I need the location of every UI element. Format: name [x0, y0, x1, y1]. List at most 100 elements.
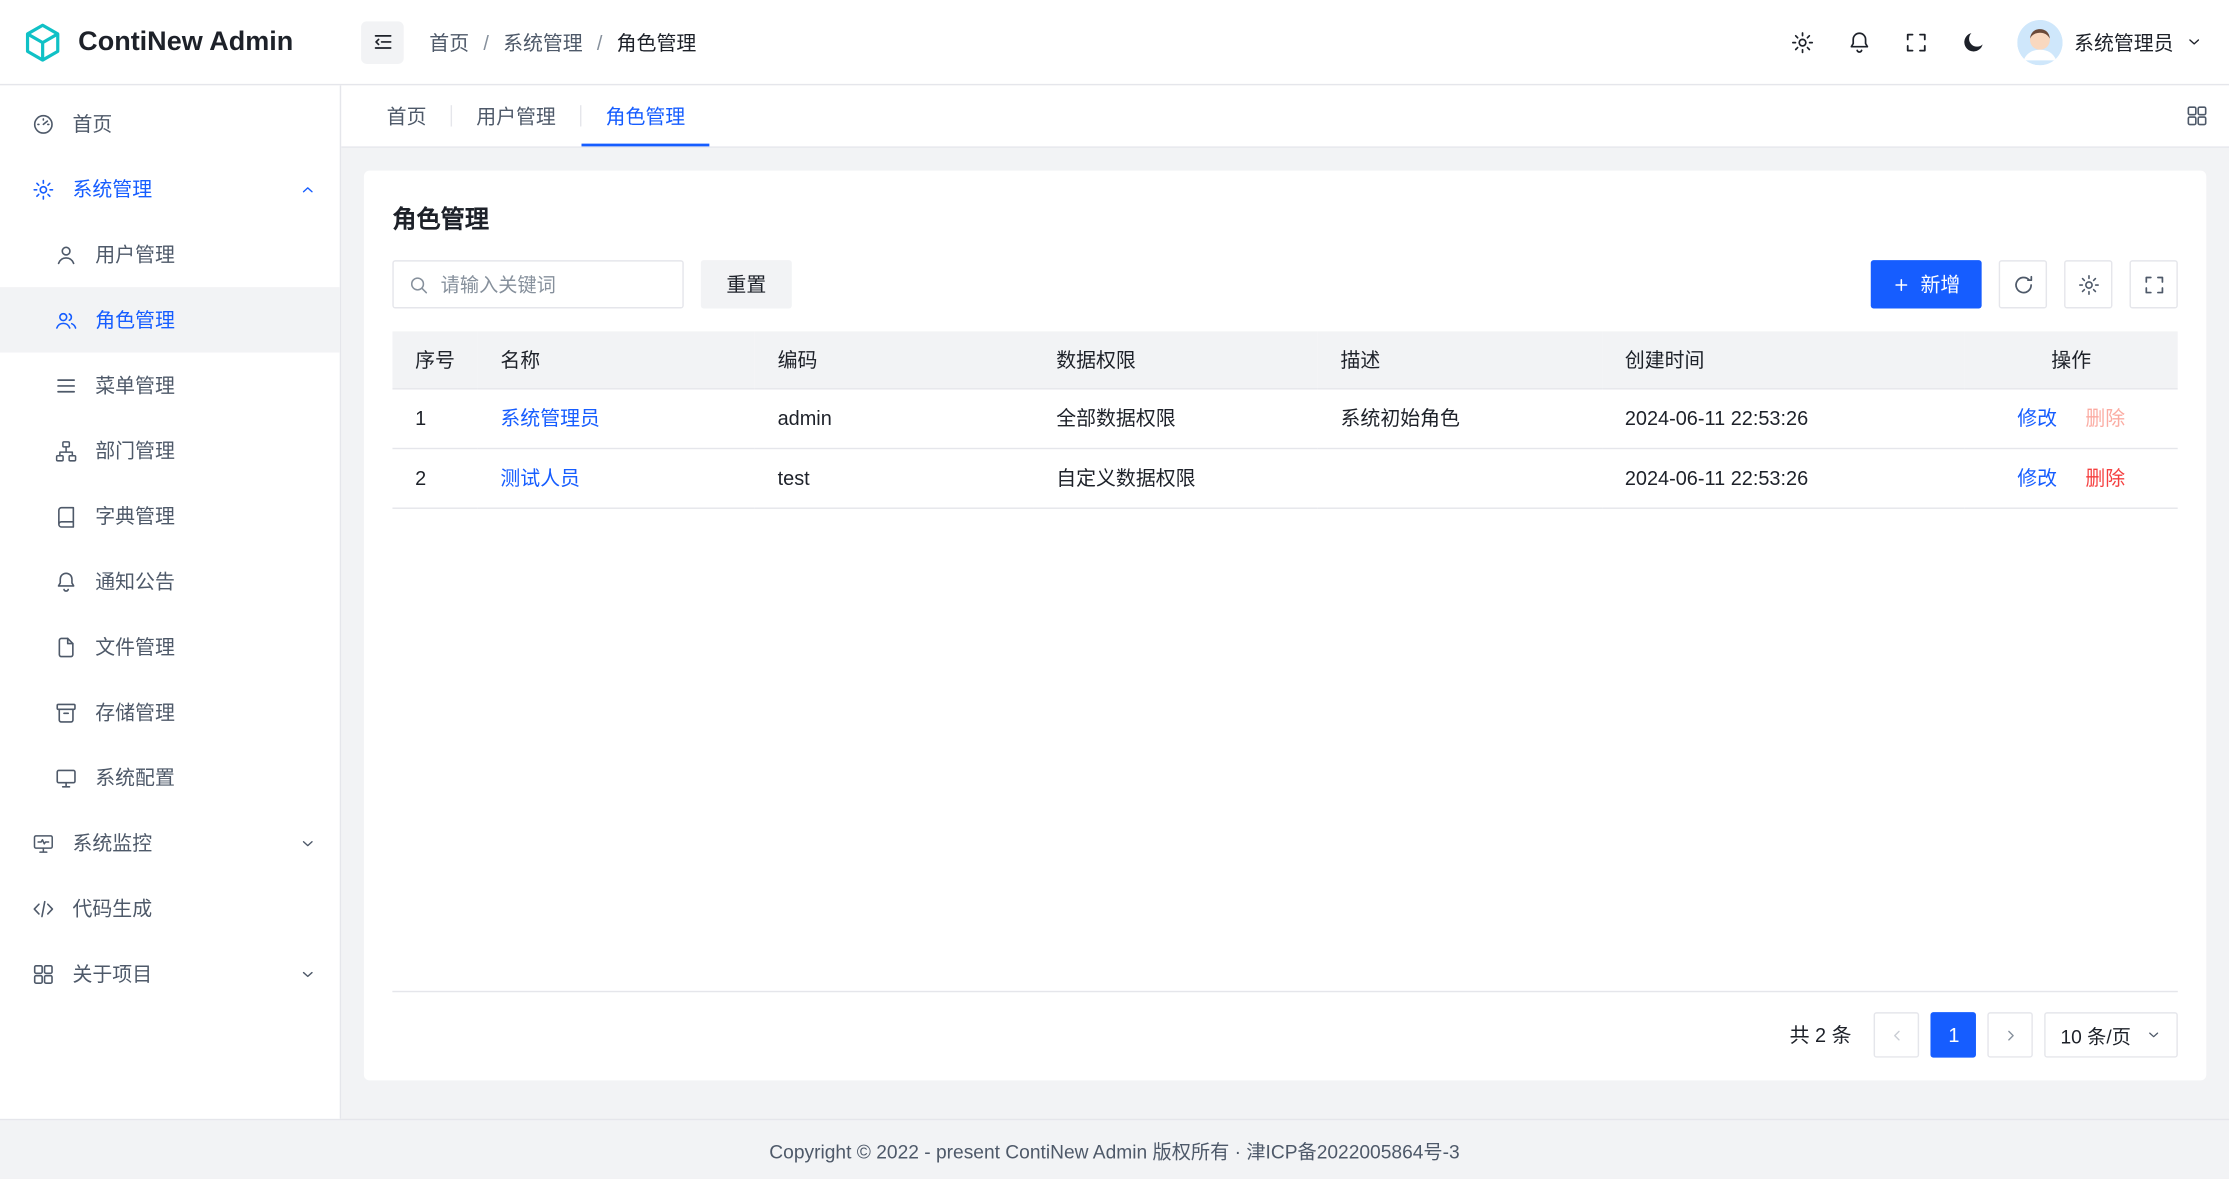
cell-no: 1 [392, 388, 477, 448]
tab-list-button[interactable] [2164, 85, 2229, 146]
copyright-text: Copyright © 2022 - present ContiNew Admi… [769, 1135, 1459, 1163]
tab-role-management[interactable]: 角色管理 [581, 85, 709, 146]
breadcrumb-item-system[interactable]: 系统管理 [503, 28, 583, 56]
gear-icon [2076, 272, 2100, 296]
file-icon [54, 635, 78, 659]
sidebar-item-menu-management[interactable]: 菜单管理 [0, 353, 340, 418]
next-page-button[interactable] [1988, 1012, 2033, 1057]
page-size-select[interactable]: 10 条/页 [2045, 1012, 2178, 1057]
column-header-created-at: 创建时间 [1602, 331, 1964, 388]
sidebar-item-role-management[interactable]: 角色管理 [0, 287, 340, 352]
sidebar-item-home[interactable]: 首页 [0, 91, 340, 156]
chevron-down-icon [2185, 33, 2203, 51]
book-icon [54, 504, 78, 528]
column-header-description: 描述 [1318, 331, 1602, 388]
sidebar-item-code-generation[interactable]: 代码生成 [0, 876, 340, 941]
add-button-label: 新增 [1921, 270, 1961, 298]
tab-home[interactable]: 首页 [362, 85, 450, 146]
table-header-row: 序号 名称 编码 数据权限 描述 创建时间 操作 [392, 331, 2177, 388]
header-main: 首页 / 系统管理 / 角色管理 [341, 0, 2229, 84]
breadcrumb-separator: / [483, 31, 489, 54]
user-menu[interactable]: 系统管理员 [2017, 19, 2203, 64]
notification-bell-icon[interactable] [1847, 29, 1873, 55]
cell-actions: 修改 删除 [1965, 388, 2178, 448]
refresh-button[interactable] [1999, 260, 2047, 308]
delete-link[interactable]: 删除 [2085, 407, 2125, 430]
prev-page-button[interactable] [1874, 1012, 1919, 1057]
chevron-right-icon [2002, 1026, 2020, 1044]
sidebar-item-about-project[interactable]: 关于项目 [0, 941, 340, 1006]
sidebar-item-label: 代码生成 [72, 894, 317, 922]
menu-fold-icon [370, 30, 394, 54]
monitor-icon [31, 831, 55, 855]
role-name-link[interactable]: 测试人员 [500, 466, 580, 489]
settings-gear-icon[interactable] [1790, 29, 1816, 55]
chevron-left-icon [1888, 1026, 1906, 1044]
table-fullscreen-button[interactable] [2129, 260, 2177, 308]
sidebar-item-label: 存储管理 [95, 698, 317, 726]
breadcrumb-item-current: 角色管理 [617, 28, 697, 56]
avatar [2017, 19, 2062, 64]
search-input[interactable] [441, 274, 668, 295]
storage-icon [54, 700, 78, 724]
breadcrumb-separator: / [597, 31, 603, 54]
collapse-sidebar-button[interactable] [361, 21, 404, 64]
sidebar-item-system-monitor[interactable]: 系统监控 [0, 810, 340, 875]
column-header-name: 名称 [478, 331, 755, 388]
main-content: 首页 用户管理 角色管理 角色管理 重置 [341, 85, 2229, 1118]
page-size-value: 10 条/页 [2061, 1021, 2131, 1049]
breadcrumb-item-home[interactable]: 首页 [429, 28, 469, 56]
table-row: 1 系统管理员 admin 全部数据权限 系统初始角色 2024-06-11 2… [392, 388, 2177, 448]
cell-actions: 修改 删除 [1965, 448, 2178, 508]
sidebar-item-file-management[interactable]: 文件管理 [0, 614, 340, 679]
edit-link[interactable]: 修改 [2017, 407, 2057, 430]
user-name: 系统管理员 [2074, 28, 2174, 56]
sidebar-item-label: 首页 [72, 109, 317, 137]
search-icon [408, 274, 429, 295]
sidebar-item-notice-announcement[interactable]: 通知公告 [0, 549, 340, 614]
tab-label: 角色管理 [606, 102, 686, 130]
delete-link[interactable]: 删除 [2085, 466, 2125, 489]
sidebar-item-storage-management[interactable]: 存储管理 [0, 680, 340, 745]
cell-name: 系统管理员 [478, 388, 755, 448]
toolbar: 重置 新增 [392, 260, 2177, 308]
chevron-down-icon [299, 965, 317, 983]
tab-label: 首页 [387, 102, 427, 130]
tab-user-management[interactable]: 用户管理 [452, 85, 580, 146]
chevron-up-icon [299, 180, 317, 198]
logo[interactable]: ContiNew Admin [0, 21, 341, 64]
role-name-link[interactable]: 系统管理员 [500, 407, 600, 430]
tab-list-icon [2184, 104, 2208, 128]
tab-label: 用户管理 [476, 102, 556, 130]
logo-cube-icon [21, 21, 64, 64]
theme-moon-icon[interactable] [1960, 29, 1986, 55]
cell-name: 测试人员 [478, 448, 755, 508]
table-settings-button[interactable] [2064, 260, 2112, 308]
sidebar-item-system-config[interactable]: 系统配置 [0, 745, 340, 810]
roles-table: 序号 名称 编码 数据权限 描述 创建时间 操作 1 [392, 331, 2177, 992]
menu-lines-icon [54, 373, 78, 397]
app-root: ContiNew Admin 首页 / 系统管理 / 角色管理 [0, 0, 2229, 1178]
sidebar-item-dictionary-management[interactable]: 字典管理 [0, 483, 340, 548]
keyword-search-box[interactable] [392, 260, 683, 308]
edit-link[interactable]: 修改 [2017, 466, 2057, 489]
add-button[interactable]: 新增 [1871, 260, 1982, 308]
header-actions: 系统管理员 [1790, 19, 2204, 64]
sidebar-item-system-management[interactable]: 系统管理 [0, 156, 340, 221]
page-button-1[interactable]: 1 [1931, 1012, 1976, 1057]
pagination: 共 2 条 1 10 条/页 [392, 1012, 2177, 1057]
chevron-down-icon [2145, 1026, 2162, 1043]
sidebar-item-user-management[interactable]: 用户管理 [0, 222, 340, 287]
tab-bar: 首页 用户管理 角色管理 [341, 85, 2229, 148]
code-icon [31, 896, 55, 920]
fullscreen-icon[interactable] [1903, 29, 1929, 55]
sidebar-item-label: 系统管理 [72, 175, 281, 203]
desktop-icon [54, 766, 78, 790]
reset-button[interactable]: 重置 [701, 260, 792, 308]
sidebar-item-label: 文件管理 [95, 633, 317, 661]
cell-description: 系统初始角色 [1318, 388, 1602, 448]
users-icon [54, 308, 78, 332]
sidebar-item-label: 系统配置 [95, 763, 317, 791]
sidebar-item-department-management[interactable]: 部门管理 [0, 418, 340, 483]
cell-created-at: 2024-06-11 22:53:26 [1602, 388, 1964, 448]
